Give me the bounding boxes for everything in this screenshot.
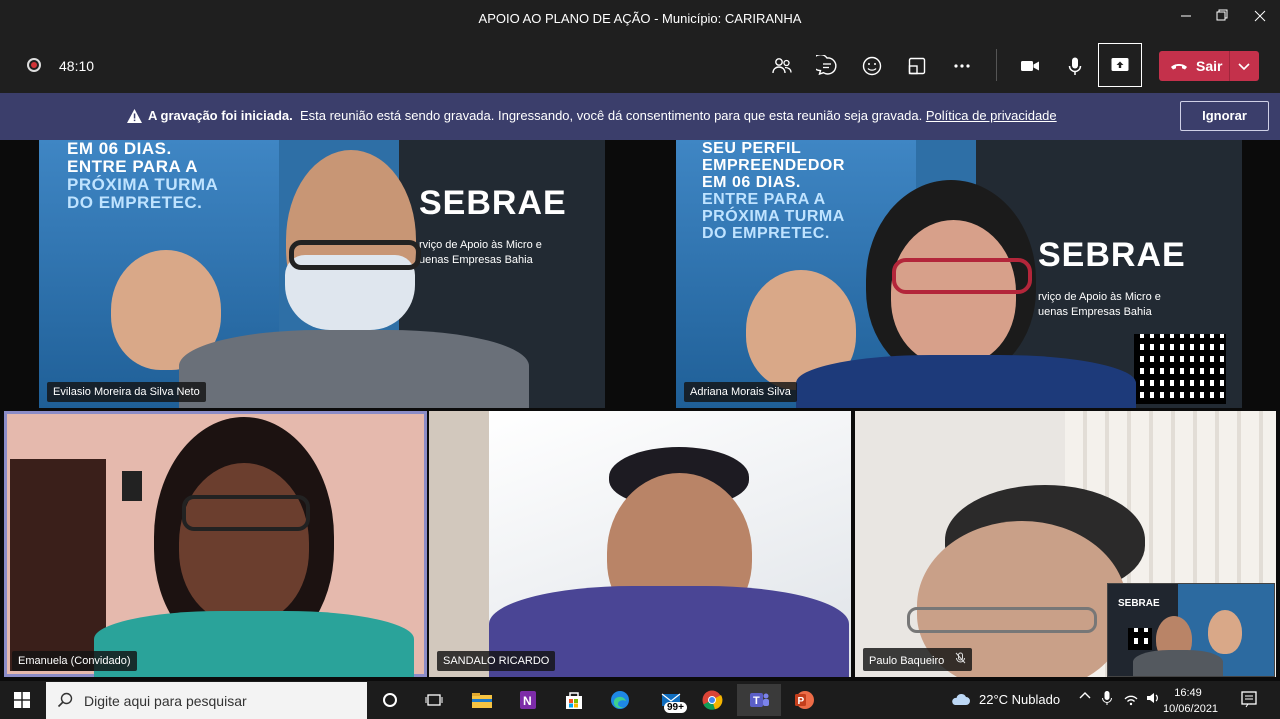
self-view-qr [1128,628,1152,650]
leave-label: Sair [1196,58,1223,74]
meeting-timer: 48:10 [59,58,95,74]
window-title-bar: APOIO AO PLANO DE AÇÃO - Município: CARI… [0,0,1280,37]
meeting-toolbar: 48:10 Sair [0,37,1280,93]
nametag-paulo-label: Paulo Baqueiro [869,655,945,667]
video-tile-adriana[interactable]: SEU PERFIL EMPREENDEDOR EM 06 DIAS. ENTR… [676,140,1242,408]
banner-message: A gravação foi iniciada. Esta reunião es… [148,108,1057,123]
bookshelf [429,411,489,677]
self-view-logo: SEBRAE [1118,598,1160,609]
backdrop-text-left: EM 06 DIAS. ENTRE PARA A PRÓXIMA TURMA D… [67,140,219,212]
wall-switch [122,471,142,501]
people-icon[interactable] [769,53,795,79]
more-icon[interactable] [949,53,975,79]
nametag-sandalo: SANDALO RICARDO [437,651,556,671]
sebrae-logo: SEBRAE [1038,236,1186,274]
participant-body [179,330,529,408]
participant-head [179,463,309,623]
nametag-emanuela: Emanuela (Convidado) [12,651,137,671]
search-placeholder: Digite aqui para pesquisar [84,693,247,709]
qr-code [1134,334,1226,404]
window-title: APOIO AO PLANO DE AÇÃO - Município: CARI… [478,11,802,26]
video-tile-emanuela[interactable]: Emanuela (Convidado) [4,411,427,677]
chevron-up-icon[interactable] [1079,690,1091,705]
clock-date: 10/06/2021 [1163,703,1219,715]
mic-icon[interactable] [1062,53,1088,79]
chrome-icon[interactable] [699,687,725,713]
sebrae-subtitle: rviço de Apoio às Micro e uenas Empresas… [419,239,542,266]
powerpoint-icon[interactable]: P [791,687,817,713]
windows-start-icon[interactable] [9,687,35,713]
teams-icon[interactable]: T [737,684,781,716]
mail-badge: 99+ [664,702,687,713]
recording-indicator-icon [27,58,41,72]
search-icon [57,692,73,708]
share-screen-button[interactable] [1098,43,1142,87]
svg-text:T: T [753,695,760,707]
taskbar-search-box[interactable]: Digite aqui para pesquisar [46,682,367,719]
ignore-button[interactable]: Ignorar [1180,101,1269,131]
close-icon[interactable] [1248,7,1272,29]
wifi-icon[interactable] [1123,690,1139,709]
leave-button[interactable]: Sair [1159,51,1259,81]
edge-icon[interactable] [607,687,633,713]
warning-icon [127,109,142,123]
nametag-paulo: Paulo Baqueiro [863,648,973,671]
hangup-icon [1171,64,1187,70]
cortana-icon[interactable] [377,687,403,713]
file-explorer-icon[interactable] [469,687,495,713]
share-screen-icon [1111,58,1129,71]
sebrae-logo: SEBRAE [419,184,567,222]
mic-off-icon [955,652,966,664]
banner-text: Esta reunião está sendo gravada. Ingress… [299,108,923,123]
glasses [892,258,1032,294]
rooms-icon[interactable] [904,53,930,79]
glasses [907,607,1097,633]
glasses [289,240,421,270]
chevron-down-icon[interactable] [1237,59,1251,73]
banner-title: A gravação foi iniciada. [148,108,293,123]
sebrae-subtitle: rviço de Apoio às Micro e uenas Empresas… [1038,291,1161,318]
video-tile-sandalo[interactable]: SANDALO RICARDO [429,411,851,677]
taskbar-clock[interactable]: 16:49 10/06/2021 [1163,685,1219,717]
backdrop-text-right: SEU PERFIL EMPREENDEDOR EM 06 DIAS. ENTR… [702,140,845,242]
self-view-tile[interactable]: SEBRAE [1107,583,1275,677]
video-tile-evilasio[interactable]: EM 06 DIAS. ENTRE PARA A PRÓXIMA TURMA D… [39,140,605,408]
door-background [10,459,106,671]
volume-icon[interactable] [1145,690,1161,709]
raise-hand-icon[interactable] [859,53,885,79]
toolbar-divider [996,49,997,81]
camera-icon[interactable] [1017,53,1043,79]
self-view-body [1133,650,1223,676]
leave-split-divider [1229,51,1230,81]
svg-text:P: P [798,696,805,707]
privacy-policy-link[interactable]: Política de privacidade [926,108,1057,123]
nametag-adriana: Adriana Morais Silva [684,382,797,402]
video-grid: EM 06 DIAS. ENTRE PARA A PRÓXIMA TURMA D… [0,140,1280,681]
glasses [182,495,310,531]
recording-banner: A gravação foi iniciada. Esta reunião es… [0,93,1280,140]
self-view-poster-face [1208,610,1242,654]
clock-time: 16:49 [1174,687,1202,699]
chat-icon[interactable] [814,53,840,79]
mail-icon[interactable]: 99+ [655,687,689,713]
onenote-icon[interactable]: N [515,687,541,713]
participant-body [796,355,1136,408]
store-icon[interactable] [561,687,587,713]
participant-body [94,611,414,677]
weather-icon[interactable] [949,690,971,711]
minimize-icon[interactable] [1174,7,1198,29]
weather-label[interactable]: 22°C Nublado [979,692,1060,707]
svg-text:N: N [523,694,532,708]
maximize-icon[interactable] [1210,7,1234,29]
task-view-icon[interactable] [421,687,447,713]
notifications-icon[interactable] [1240,690,1258,711]
windows-taskbar: Digite aqui para pesquisar N 99+ T P 22°… [0,681,1280,719]
nametag-evilasio: Evilasio Moreira da Silva Neto [47,382,206,402]
tray-mic-icon[interactable] [1101,690,1113,709]
